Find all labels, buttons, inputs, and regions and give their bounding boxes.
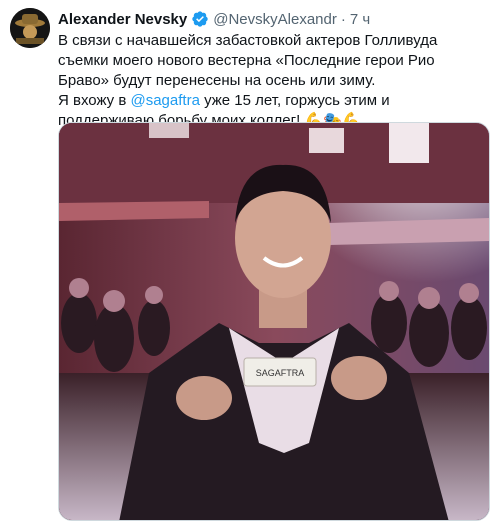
tweet-text-line1: В связи с начавшейся забастовкой актеров… xyxy=(58,32,438,89)
text-prefix: Я вхожу в xyxy=(58,92,131,109)
tweet-photo[interactable]: SAGAFTRA xyxy=(58,122,490,521)
tweet-header: Alexander Nevsky @NevskyAlexandr · 7 ч xyxy=(58,9,370,29)
member-card-label: SAGAFTRA xyxy=(256,368,305,378)
verified-badge-icon xyxy=(191,10,209,28)
separator-dot: · xyxy=(340,10,346,28)
mention-link[interactable]: @sagaftra xyxy=(130,92,199,109)
avatar[interactable] xyxy=(10,8,50,48)
author-name[interactable]: Alexander Nevsky xyxy=(58,11,187,28)
author-handle[interactable]: @NevskyAlexandr xyxy=(213,11,337,28)
tweet-text: В связи с начавшейся забастовкой актеров… xyxy=(58,31,478,131)
photo-scene: SAGAFTRA xyxy=(59,123,489,520)
tweet-timestamp[interactable]: 7 ч xyxy=(350,11,370,28)
